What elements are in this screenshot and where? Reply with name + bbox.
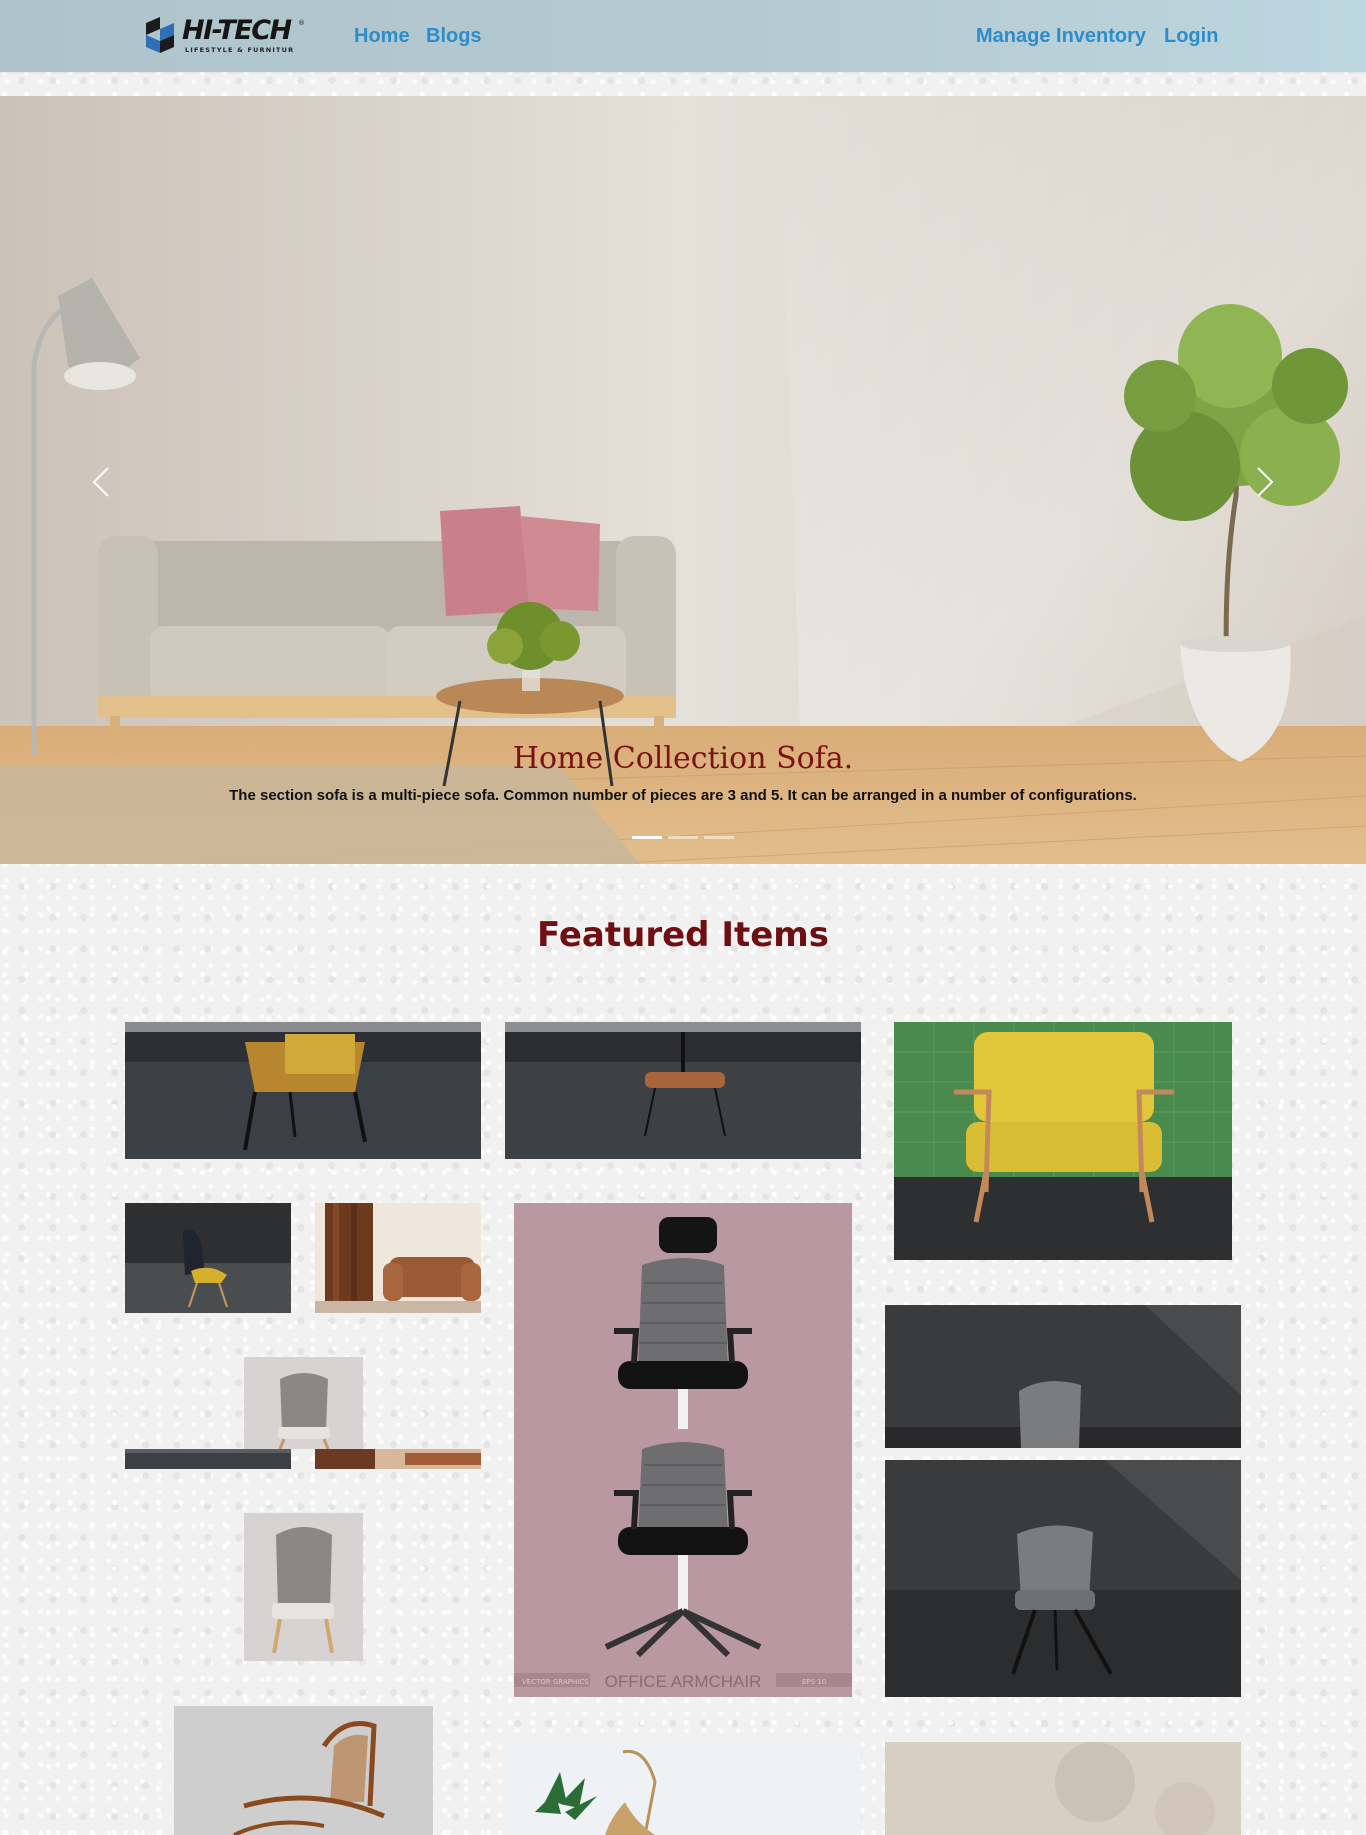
grey-chair-top-image (885, 1305, 1241, 1448)
featured-item-leather-stool[interactable] (505, 1022, 861, 1159)
rocking-chair-image (174, 1706, 433, 1835)
brand-name: HI-TECH (182, 15, 292, 46)
wood-armchair-image (125, 1022, 481, 1159)
hitech-logo-icon (146, 17, 174, 53)
carousel-caption-title: Home Collection Sofa. (512, 741, 854, 776)
chair-strip-image (125, 1449, 291, 1469)
featured-item-beige-scene[interactable] (885, 1742, 1241, 1835)
featured-item-grey-chair-top[interactable] (885, 1305, 1241, 1448)
leather-chesterfield-image (315, 1203, 481, 1313)
featured-item-yellow-chair[interactable] (125, 1203, 291, 1313)
carousel-caption-text: The section sofa is a multi-piece sofa. … (229, 787, 1137, 804)
yellow-chair-image (125, 1203, 291, 1313)
featured-items-title: Featured Items (537, 915, 829, 955)
nav-home-link[interactable]: Home (354, 24, 410, 48)
top-navbar: HI-TECH ® LIFESTYLE & FURNITUR Home Blog… (0, 0, 1366, 72)
brand-registered-mark: ® (298, 19, 305, 27)
grey-wingchair-image (244, 1357, 363, 1449)
chevron-right-icon (1257, 467, 1274, 497)
nav-login-link[interactable]: Login (1164, 24, 1218, 48)
featured-item-leather-chesterfield[interactable] (315, 1203, 481, 1313)
office-chair-tag-right: EPS 10 (802, 1678, 826, 1686)
featured-item-grey-wingchair-small[interactable] (244, 1357, 363, 1449)
leather-stool-image (505, 1022, 861, 1159)
grey-wingchair-large-image (244, 1513, 363, 1661)
featured-item-grey-chair[interactable] (885, 1460, 1241, 1697)
featured-item-strip-left[interactable] (125, 1449, 291, 1469)
carousel-next-button[interactable] (1244, 462, 1284, 502)
featured-item-yellow-armchair[interactable] (894, 1022, 1232, 1260)
featured-item-wood-armchair[interactable] (125, 1022, 481, 1159)
sofa-strip-image (315, 1449, 481, 1469)
featured-item-office-armchair[interactable]: VECTOR GRAPHICS OFFICE ARMCHAIR EPS 10 (514, 1203, 852, 1697)
featured-item-strip-right[interactable] (315, 1449, 481, 1469)
featured-item-hanging-chair[interactable] (505, 1742, 861, 1835)
featured-item-grey-wingchair[interactable] (244, 1513, 363, 1661)
yellow-armchair-image (894, 1022, 1232, 1260)
hanging-chair-image (505, 1742, 861, 1835)
beige-scene-image (885, 1742, 1241, 1835)
carousel-indicator-2[interactable] (668, 836, 698, 839)
brand-tagline: LIFESTYLE & FURNITUR (185, 46, 295, 54)
carousel-indicator-1[interactable] (632, 836, 662, 839)
chevron-left-icon (92, 467, 109, 497)
office-chair-label: OFFICE ARMCHAIR (605, 1672, 762, 1691)
hero-carousel: Home Collection Sofa. The section sofa i… (0, 96, 1366, 864)
nav-manage-inventory-link[interactable]: Manage Inventory (976, 24, 1146, 48)
brand-logo[interactable]: HI-TECH ® LIFESTYLE & FURNITUR (142, 13, 307, 57)
featured-item-rocking-chair[interactable] (174, 1706, 433, 1835)
office-chair-tag-left: VECTOR GRAPHICS (522, 1678, 589, 1686)
grey-chair-image (885, 1460, 1241, 1697)
nav-blogs-link[interactable]: Blogs (426, 24, 482, 48)
carousel-indicators (632, 836, 736, 842)
carousel-prev-button[interactable] (82, 462, 122, 502)
office-armchair-image: VECTOR GRAPHICS OFFICE ARMCHAIR EPS 10 (514, 1203, 852, 1697)
carousel-indicator-3[interactable] (704, 836, 734, 839)
